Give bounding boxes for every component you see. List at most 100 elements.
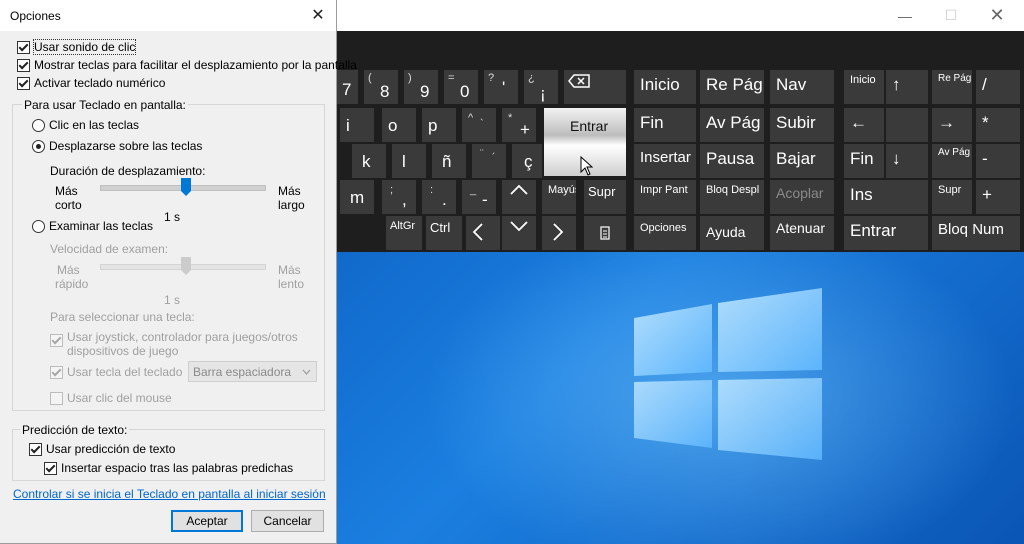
key-re-pag[interactable]: Re Pág [700, 70, 764, 104]
checkbox-numpad[interactable]: Activar teclado numérico [17, 76, 165, 90]
backspace-key[interactable] [564, 70, 626, 104]
numpad-plus[interactable]: + [976, 180, 1020, 214]
key-fin[interactable]: Fin [634, 108, 696, 142]
numpad-left[interactable]: ← [844, 108, 884, 142]
startup-control-link[interactable]: Controlar si se inicia el Teclado en pan… [13, 487, 326, 501]
key-8[interactable]: ( 8 [364, 70, 398, 104]
key-comma[interactable]: ; , [382, 180, 416, 214]
key-k[interactable]: k [352, 144, 386, 178]
maximize-icon[interactable]: ☐ [928, 0, 974, 31]
numpad-star[interactable]: * [976, 108, 1020, 142]
left-arrow-key[interactable] [466, 216, 500, 250]
accept-button[interactable]: Aceptar [171, 510, 243, 532]
key-impr-pant[interactable]: Impr Pant [634, 180, 696, 214]
radio-click-keys[interactable]: Clic en las teclas [32, 118, 139, 132]
close-icon[interactable]: ✕ [304, 3, 332, 27]
numpad-slash[interactable]: / [976, 70, 1020, 104]
close-icon[interactable]: ✕ [974, 0, 1020, 31]
select-key-label: Para seleccionar una tecla: [50, 310, 195, 324]
scan-slider-thumb [181, 257, 191, 275]
numpad-inicio[interactable]: Inicio [844, 70, 884, 104]
checkbox-click-sound[interactable]: Usar sonido de clic [17, 39, 137, 55]
shift-key[interactable]: Mayús [542, 180, 576, 214]
numpad-ins[interactable]: Ins [844, 180, 928, 214]
scan-fast-label: rápido [55, 277, 89, 291]
numpad-entrar[interactable]: Entrar [844, 216, 928, 250]
numpad-5[interactable] [886, 108, 928, 142]
checkbox-insert-space[interactable]: Insertar espacio tras las palabras predi… [44, 461, 293, 475]
key-i[interactable]: i [340, 108, 374, 142]
altgr-key[interactable]: AltGr [386, 216, 422, 250]
delete-key[interactable]: Supr [584, 180, 626, 214]
key-select-dropdown: Barra espaciadora [188, 361, 317, 382]
radio[interactable] [32, 118, 45, 132]
down-arrow-key[interactable] [502, 216, 536, 250]
on-screen-keyboard-window: — ☐ ✕ 7 ( 8 ) 9 = 0 ? ' ¿ ¡ i o p ^ ` * … [330, 0, 1024, 252]
key-inicio[interactable]: Inicio [634, 70, 696, 104]
key-pausa[interactable]: Pausa [700, 144, 764, 178]
key-0[interactable]: = 0 [444, 70, 478, 104]
key-n-tilde[interactable]: ñ [432, 144, 466, 178]
checkbox-show-keys[interactable]: Mostrar teclas para facilitar el desplaz… [17, 58, 357, 72]
up-arrow-key[interactable] [502, 180, 536, 214]
scan-speed-label: Velocidad de examen: [50, 242, 169, 256]
radio-hover-keys[interactable]: Desplazarse sobre las teclas [32, 139, 202, 153]
numpad-supr[interactable]: Supr [932, 180, 972, 214]
ctrl-key[interactable]: Ctrl [426, 216, 462, 250]
key-nav[interactable]: Nav [770, 70, 834, 104]
key-m[interactable]: m [340, 180, 374, 214]
key-insertar[interactable]: Insertar [634, 144, 696, 178]
key-minus[interactable]: _ - [462, 180, 496, 214]
checkbox[interactable] [17, 58, 30, 72]
numpad-av-pag[interactable]: Av Pág [932, 144, 972, 178]
dialog-titlebar: Opciones ✕ [0, 0, 336, 31]
key-subir[interactable]: Subir [770, 108, 834, 142]
chevron-right-icon [553, 223, 564, 241]
key-bloq-despl[interactable]: Bloq Despl [700, 180, 764, 214]
key-caret[interactable]: ^ ` [462, 108, 496, 142]
key-period[interactable]: : . [422, 180, 456, 214]
key-acoplar[interactable]: Acoplar [770, 180, 834, 214]
checkbox [50, 334, 63, 347]
key-diaeresis[interactable]: ¨ ´ [472, 144, 506, 178]
checkbox-use-prediction[interactable]: Usar predicción de texto [29, 442, 175, 456]
enter-key[interactable]: Entrar [544, 108, 626, 176]
key-9[interactable]: ) 9 [404, 70, 438, 104]
checkbox[interactable] [17, 40, 30, 54]
minimize-icon[interactable]: — [882, 0, 928, 31]
radio[interactable] [32, 219, 45, 233]
numpad-bloq-num[interactable]: Bloq Num [932, 216, 1020, 250]
key-p[interactable]: p [422, 108, 456, 142]
key-ayuda[interactable]: Ayuda [700, 216, 764, 250]
key-av-pag[interactable]: Av Pág [700, 108, 764, 142]
numpad-re-pag[interactable]: Re Pág [932, 70, 972, 104]
key-o[interactable]: o [382, 108, 416, 142]
menu-key[interactable] [584, 216, 626, 250]
numpad-minus[interactable]: - [976, 144, 1020, 178]
chevron-left-icon [472, 223, 483, 241]
key-bajar[interactable]: Bajar [770, 144, 834, 178]
key-plus[interactable]: * + [502, 108, 536, 142]
numpad-fin[interactable]: Fin [844, 144, 884, 178]
radio-scan-keys[interactable]: Examinar las teclas [32, 219, 153, 233]
numpad-right[interactable]: → [932, 108, 972, 142]
key-c-cedilla[interactable]: ç [512, 144, 542, 178]
key-atenuar[interactable]: Atenuar [770, 216, 834, 250]
scan-speed-value: 1 s [164, 293, 181, 307]
radio[interactable] [32, 139, 45, 153]
hover-long-label: largo [278, 198, 305, 212]
numpad-up[interactable]: ↑ [886, 70, 928, 104]
checkbox[interactable] [44, 461, 57, 475]
cancel-button[interactable]: Cancelar [251, 510, 324, 532]
key-question[interactable]: ? ' [484, 70, 518, 104]
key-l[interactable]: l [392, 144, 426, 178]
checkbox[interactable] [17, 76, 30, 90]
key-exclamation[interactable]: ¿ ¡ [524, 70, 558, 104]
checkbox[interactable] [29, 442, 42, 456]
hover-slider-thumb[interactable] [181, 178, 191, 196]
right-arrow-key[interactable] [542, 216, 576, 250]
scan-more-right: Más [278, 263, 301, 277]
key-opciones[interactable]: Opciones [634, 216, 696, 250]
chevron-up-icon [510, 184, 528, 195]
numpad-down[interactable]: ↓ [886, 144, 928, 178]
